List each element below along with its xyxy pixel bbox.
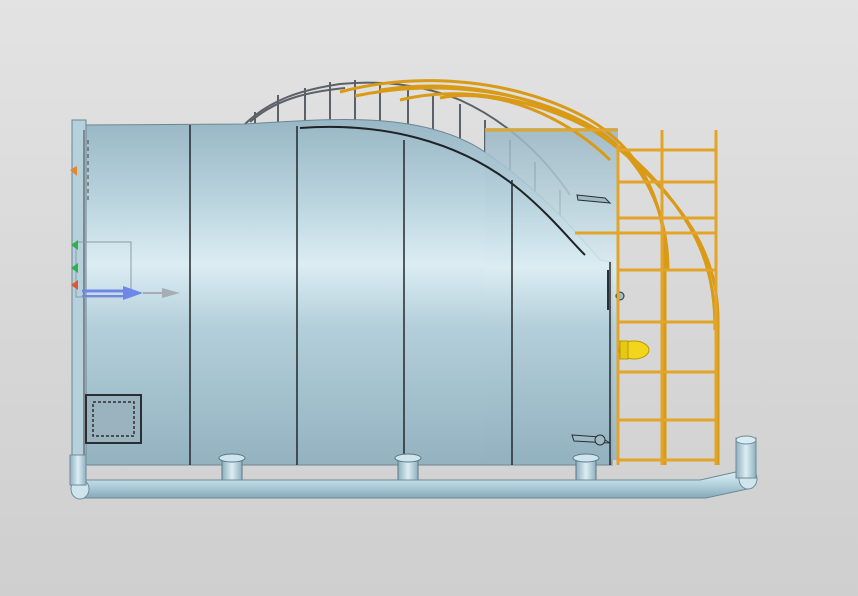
yellow-valve[interactable] — [618, 340, 650, 360]
manhole-cover[interactable] — [85, 394, 142, 444]
3d-viewport[interactable] — [0, 0, 858, 596]
tank-model-scene[interactable] — [0, 0, 858, 596]
